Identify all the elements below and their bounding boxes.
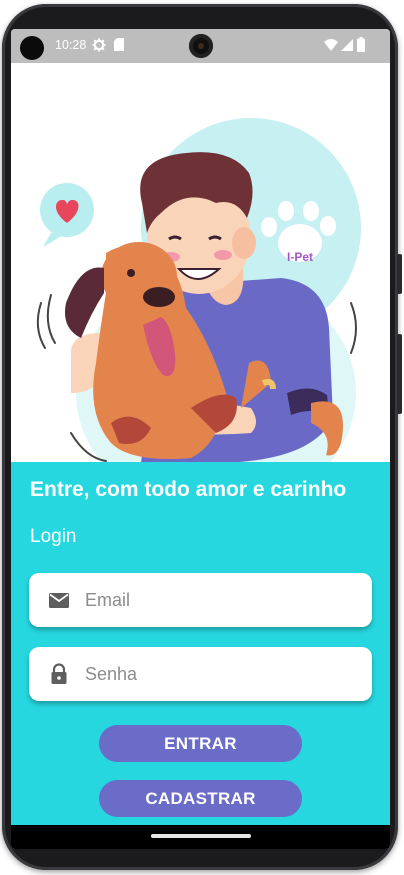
home-indicator[interactable] [151,834,251,838]
system-nav-bar [11,825,390,849]
password-input[interactable] [85,663,355,685]
power-button [397,334,402,414]
email-input[interactable] [85,589,355,611]
status-time: 10:28 [55,38,87,52]
section-label-login: Login [30,526,77,547]
man-hugging-dog-illustration: I-Pet [36,118,361,463]
signal-icon [341,39,353,51]
screen: 10:28 I-Pet Entre, com todo amor e carin… [11,29,390,849]
envelope-icon [49,593,69,608]
hero-illustration: I-Pet [11,63,390,463]
status-bar: 10:28 [11,29,390,63]
email-field[interactable] [29,573,372,627]
gear-icon [92,38,106,52]
logo-text: I-Pet [287,250,313,264]
login-panel: Entre, com todo amor e carinho Login ENT… [11,462,390,825]
sd-card-icon [114,38,124,51]
page-title: Entre, com todo amor e carinho [30,478,347,501]
battery-icon [357,37,365,52]
login-button[interactable]: ENTRAR [99,725,302,762]
register-button[interactable]: CADASTRAR [99,780,302,817]
wifi-icon [324,39,338,51]
phone-frame: 10:28 I-Pet Entre, com todo amor e carin… [2,4,402,870]
password-field[interactable] [29,647,372,701]
lock-icon [51,663,67,684]
front-camera [189,34,213,58]
camera-cutout [20,36,44,60]
heart-icon [40,183,94,247]
volume-button [397,254,402,294]
